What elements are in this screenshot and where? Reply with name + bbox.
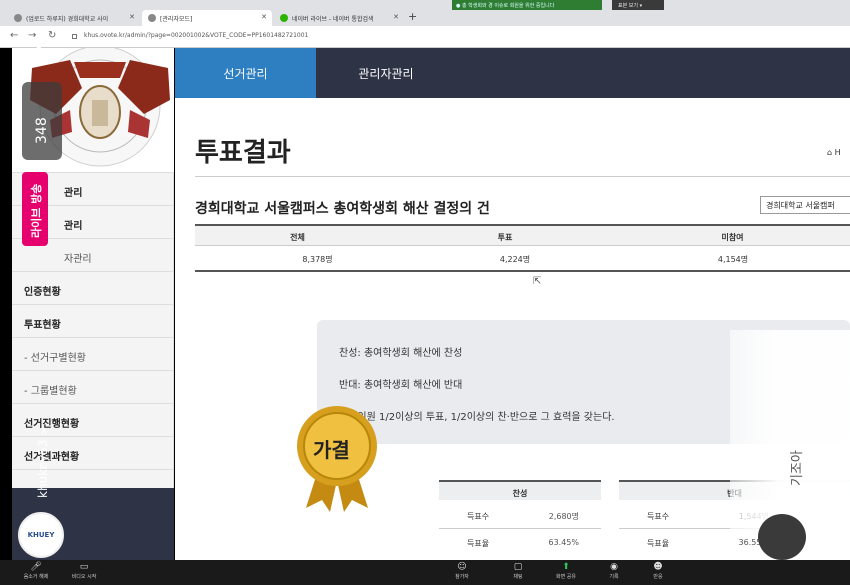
election-select[interactable]: 경희대학교 서울캠퍼	[760, 196, 850, 214]
streamer-avatar[interactable]: KHUEY	[18, 512, 64, 558]
sidebar-item-auth-status[interactable]: 인증현황	[12, 272, 174, 305]
unmute-button[interactable]: 🎤︎ 음소거 해제	[14, 562, 58, 584]
summary-value-voted: 4,224명	[499, 255, 531, 264]
chat-icon: ▢	[513, 562, 523, 572]
page-title: 투표결과	[195, 138, 291, 168]
result-header-for: 찬성	[439, 480, 601, 500]
favicon-icon	[148, 14, 156, 22]
sidebar-item-vote-status[interactable]: 투표현황	[12, 305, 174, 338]
result-for-rate: 63.45%	[548, 538, 579, 547]
passed-medal: 가결	[292, 404, 382, 514]
favicon-icon	[280, 14, 288, 22]
url-field[interactable]: khus.ovote.kr/admin/?page=002001002&VOTE…	[84, 32, 308, 39]
streamer-name[interactable]: khukey53 >	[36, 427, 50, 498]
share-notice-bar: ● 총 학생회와 경 이슈로 회원을 위한 중입니다	[452, 0, 602, 10]
divider	[195, 176, 850, 177]
camera-avatar	[758, 514, 806, 560]
notice-for-definition: 찬성: 총여학생회 해산에 찬성	[339, 348, 463, 359]
breadcrumb[interactable]: ⌂ H	[827, 148, 841, 157]
election-title: 경희대학교 서울캠퍼스 총여학생회 해산 결정의 건	[195, 201, 490, 217]
row-divider	[439, 528, 601, 529]
start-video-button[interactable]: ▭ 비디오 시작	[62, 562, 106, 584]
chevron-right-icon: >	[39, 427, 50, 436]
browser-tab-2[interactable]: [관리자모드] ✕	[142, 10, 272, 26]
close-tab-icon[interactable]: ✕	[261, 13, 267, 21]
viewer-count: 348	[34, 117, 50, 144]
tab-label: 네이버 라이브 - 네이버 통합검색	[292, 16, 374, 23]
browser-tab-1[interactable]: (업로드 하루지) 경희대학교 사이 ✕	[8, 10, 140, 26]
video-icon: ▭	[79, 562, 89, 572]
new-tab-button[interactable]: +	[408, 10, 417, 23]
result-votes-label: 득표수	[467, 512, 490, 521]
lock-icon	[72, 34, 77, 39]
live-badge-label: 라이브 방송	[30, 183, 43, 238]
reactions-icon: ☻	[653, 562, 663, 572]
result-for-votes: 2,680명	[548, 512, 579, 521]
sidebar-item-district-status[interactable]: - 선거구별현황	[12, 338, 174, 371]
meeting-toolbar: 🎤︎ 음소거 해제 ▭ 비디오 시작 ☺ 참가자 ▢ 채팅 ⬆ 화면 공유 ◉ …	[0, 560, 850, 585]
participants-button[interactable]: ☺ 참가자	[440, 562, 484, 584]
medal-label: 가결	[313, 438, 350, 462]
share-screen-icon: ⬆	[562, 562, 570, 572]
view-options-button[interactable]: 표본 보기 ▾	[612, 0, 664, 10]
tab-admin-mgmt[interactable]: 관리자관리	[316, 48, 456, 98]
summary-header-voted: 투표	[497, 233, 513, 242]
result-rate-label: 득표율	[467, 539, 490, 548]
notice-against-definition: 반대: 총여학생회 해산에 반대	[339, 380, 463, 391]
record-button[interactable]: ◉ 기록	[592, 562, 636, 584]
summary-value-absent: 4,154명	[717, 255, 749, 264]
viewer-count-badge: 348	[22, 82, 62, 160]
blur-mask	[730, 330, 850, 530]
comment-text: 기조아	[790, 450, 805, 486]
address-bar: ← → ↻ khus.ovote.kr/admin/?page=00200100…	[0, 26, 850, 48]
microphone-icon: 🎤︎	[30, 562, 42, 572]
tab-election-mgmt[interactable]: 선거관리	[175, 48, 316, 98]
reactions-button[interactable]: ☻ 반응	[636, 562, 680, 584]
tab-label: (업로드 하루지) 경희대학교 사이	[26, 16, 109, 23]
result-votes-label: 득표수	[647, 512, 670, 521]
tab-label: [관리자모드]	[160, 16, 193, 23]
live-badge: 라이브 방송	[22, 172, 48, 246]
favicon-icon	[14, 14, 22, 22]
summary-header-total: 전체	[290, 233, 305, 242]
chat-button[interactable]: ▢ 채팅	[496, 562, 540, 584]
close-tab-icon[interactable]: ✕	[129, 13, 135, 21]
browser-tab-bar: (업로드 하루지) 경희대학교 사이 ✕ [관리자모드] ✕ 네이버 라이브 -…	[0, 0, 850, 26]
result-rate-label: 득표율	[647, 539, 670, 548]
participants-icon: ☺	[457, 562, 467, 572]
sidebar-item-group-status[interactable]: - 그룹별현황	[12, 371, 174, 404]
share-screen-button[interactable]: ⬆ 화면 공유	[544, 562, 588, 584]
record-icon: ◉	[610, 562, 618, 572]
summary-header-absent: 미참여	[721, 233, 744, 242]
vote-summary-table: 전체 투표 미참여 8,378명 4,224명 4,154명	[195, 224, 850, 272]
streamer-id: khukey53	[36, 439, 50, 498]
mouse-cursor-icon: ⇱	[533, 276, 542, 287]
close-stream-icon[interactable]: ✕	[28, 34, 50, 64]
back-icon[interactable]: ←	[10, 30, 18, 41]
browser-tab-3[interactable]: 네이버 라이브 - 네이버 통합검색 ✕	[274, 10, 404, 26]
close-tab-icon[interactable]: ✕	[393, 13, 399, 21]
top-navigation: 선거관리 관리자관리	[175, 48, 850, 98]
